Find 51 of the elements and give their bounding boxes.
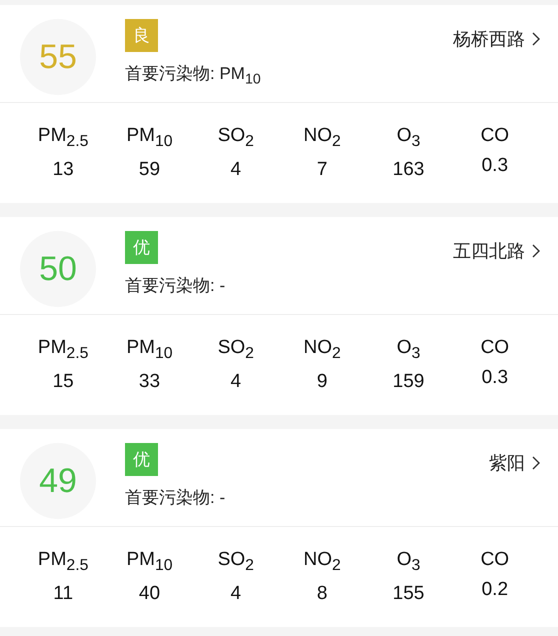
- aqi-value: 55: [39, 38, 77, 76]
- pollutant-value: 0.2: [482, 579, 508, 602]
- pollutant-value: 40: [138, 582, 160, 605]
- pollutant-name: O$_{3}$: [396, 337, 420, 363]
- pollutant-value: 159: [392, 370, 424, 393]
- pollutant-value: 0.3: [482, 155, 508, 178]
- pollutant-name: NO$_{2}$: [304, 125, 341, 151]
- aqi-value: 50: [39, 250, 77, 288]
- pollutant-value: 4: [230, 370, 242, 393]
- primary-pollutant: 首要污染物: PM$_{10}$: [125, 63, 261, 88]
- pollutant-name: PM$_{10}$: [126, 337, 173, 363]
- aqi-value: 49: [39, 462, 77, 500]
- pollutant-name: PM$_{2.5}$: [38, 337, 88, 363]
- primary-pollutant: 首要污染物: -: [125, 275, 226, 297]
- pollutant-name: NO$_{2}$: [304, 549, 341, 575]
- chevron-icon: [532, 456, 540, 470]
- pollutant-name: CO: [480, 125, 510, 148]
- pollutant-value: 13: [52, 158, 74, 181]
- pollutant-name: SO$_{2}$: [218, 549, 254, 575]
- station-link[interactable]: 紫阳: [489, 451, 525, 475]
- grade-badge: 优: [125, 231, 158, 264]
- pollutant-name: NO$_{2}$: [304, 337, 341, 363]
- pollutant-value: 59: [138, 158, 160, 181]
- pollutant-name: SO$_{2}$: [218, 125, 254, 151]
- pollutant-value: 11: [53, 582, 74, 605]
- pollutant-name: O$_{3}$: [396, 549, 420, 575]
- chevron-icon: [532, 244, 540, 258]
- pollutant-name: PM$_{10}$: [126, 125, 173, 151]
- pollutant-value: 4: [230, 158, 242, 181]
- pollutant-name: PM$_{2.5}$: [38, 549, 88, 575]
- pollutant-value: 163: [392, 158, 424, 181]
- pollutant-name: SO$_{2}$: [218, 337, 254, 363]
- pollutant-value: 33: [138, 370, 160, 393]
- pollutant-name: CO: [480, 337, 510, 360]
- chevron-icon: [532, 32, 540, 46]
- pollutant-value: 155: [392, 582, 424, 605]
- pollutant-value: 8: [316, 582, 328, 605]
- pollutant-name: PM$_{10}$: [126, 549, 173, 575]
- grade-badge: 优: [125, 443, 158, 476]
- pollutant-value: 0.3: [482, 367, 508, 390]
- pollutant-value: 15: [52, 370, 74, 393]
- pollutant-name: CO: [480, 549, 510, 572]
- pollutant-value: 7: [316, 158, 328, 181]
- pollutant-name: O$_{3}$: [396, 125, 420, 151]
- station-link[interactable]: 杨桥西路: [453, 27, 525, 51]
- pollutant-name: PM$_{2.5}$: [38, 125, 88, 151]
- grade-badge: 良: [125, 19, 158, 52]
- station-link[interactable]: 五四北路: [453, 239, 525, 263]
- pollutant-value: 9: [316, 370, 328, 393]
- pollutant-value: 4: [230, 582, 242, 605]
- primary-pollutant: 首要污染物: -: [125, 487, 226, 509]
